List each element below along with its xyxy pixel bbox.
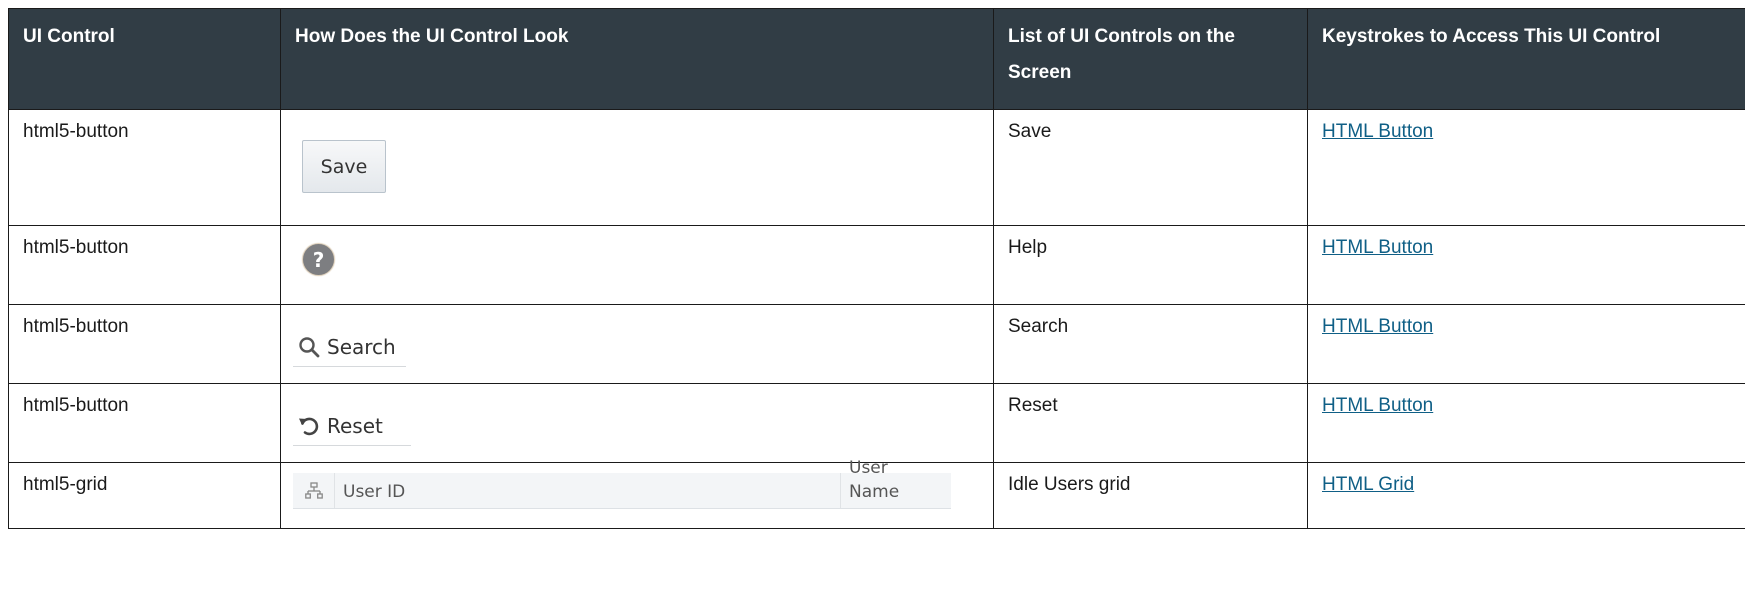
cell-look: Reset [280,383,994,463]
cell-control: html5-button [8,225,281,305]
cell-keystrokes: HTML Grid [1307,462,1745,529]
html-button-link[interactable]: HTML Button [1322,395,1433,416]
cell-look: User ID User Name [280,458,994,529]
save-button-sample: Save [302,140,386,193]
reset-label: Reset [327,414,383,438]
html-button-link[interactable]: HTML Button [1322,121,1433,142]
cell-control: html5-button [8,109,281,226]
hierarchy-icon [293,473,335,508]
table-row: html5-button Reset Reset HTML Button [8,383,1745,463]
cell-look: Save [280,109,994,226]
table-row: html5-button ? Help HTML Button [8,225,1745,305]
search-button-sample: Search [293,328,406,367]
cell-list: Reset [993,383,1308,463]
cell-keystrokes: HTML Button [1307,109,1745,226]
grid-header-sample: User ID User Name [293,458,951,509]
cell-control: html5-button [8,383,281,463]
cell-list: Help [993,225,1308,305]
table-row: html5-button Search Search HTML Button [8,304,1745,384]
cell-keystrokes: HTML Button [1307,383,1745,463]
html-grid-link[interactable]: HTML Grid [1322,474,1414,495]
cell-list: Idle Users grid [993,462,1308,529]
cell-control: html5-button [8,304,281,384]
cell-control: html5-grid [8,462,281,529]
table-header-row: UI Control How Does the UI Control Look … [8,8,1745,110]
html-button-link[interactable]: HTML Button [1322,237,1433,258]
html-button-link[interactable]: HTML Button [1322,316,1433,337]
help-icon: ? [303,244,334,275]
cell-look: Search [280,304,994,384]
header-ui-control: UI Control [8,8,281,110]
header-list: List of UI Controls on the Screen [993,8,1308,110]
cell-list: Save [993,109,1308,226]
ui-controls-table: UI Control How Does the UI Control Look … [8,8,1745,529]
header-keystrokes: Keystrokes to Access This UI Control [1307,8,1745,110]
search-icon [297,335,321,359]
reset-icon [297,414,321,438]
cell-keystrokes: HTML Button [1307,225,1745,305]
cell-list: Search [993,304,1308,384]
grid-column-user-id: User ID [335,473,841,508]
grid-column-user-name: User Name [849,458,900,502]
reset-button-sample: Reset [293,407,411,446]
search-label: Search [327,335,396,359]
table-row: html5-button Save Save HTML Button [8,109,1745,226]
cell-look: ? [280,225,994,305]
header-look: How Does the UI Control Look [280,8,994,110]
cell-keystrokes: HTML Button [1307,304,1745,384]
table-row: html5-grid User ID User Name Idle Users … [8,458,1745,529]
